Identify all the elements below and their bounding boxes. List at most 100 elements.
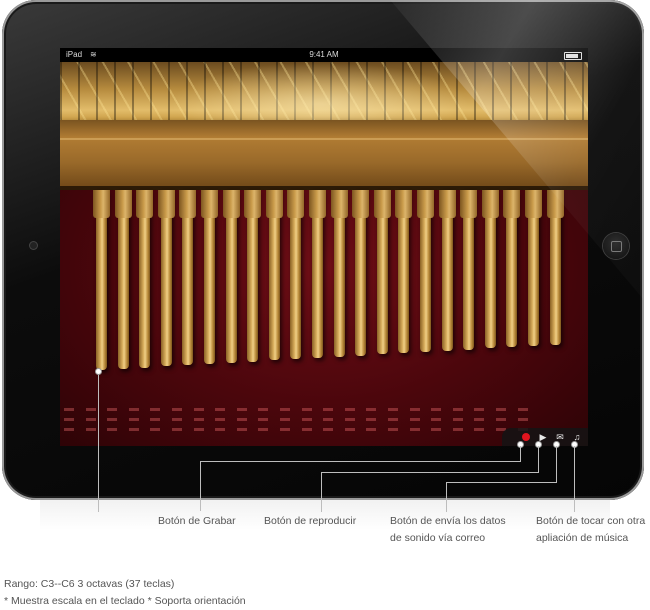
scale-mark: [496, 408, 506, 411]
scale-mark: [172, 418, 182, 421]
comb-key[interactable]: [417, 190, 434, 352]
scale-mark: [236, 428, 247, 431]
record-callout-line-down: [200, 461, 201, 511]
home-button[interactable]: [603, 233, 629, 259]
play-icon: ▶: [539, 431, 547, 442]
comb-keys: [60, 190, 588, 390]
comb-key[interactable]: [265, 190, 283, 360]
scale-mark: [215, 408, 226, 411]
comb-key[interactable]: [309, 190, 326, 358]
comb-key[interactable]: [287, 190, 305, 359]
scale-mark: [431, 428, 442, 431]
scale-mark: [85, 428, 96, 431]
comb-key[interactable]: [395, 190, 413, 353]
mail-callout-line-v: [556, 446, 557, 482]
scale-mark: [193, 418, 204, 421]
scale-mark: [344, 428, 355, 431]
scale-mark: [107, 418, 118, 421]
music-caption-line1: Botón de tocar con otra: [536, 515, 646, 527]
comb-key[interactable]: [460, 190, 478, 350]
scale-mark: [172, 408, 182, 411]
scale-mark: [150, 428, 161, 431]
play-callout-line-h: [321, 472, 539, 473]
key-callout-dot: [96, 369, 101, 374]
scale-mark: [388, 418, 398, 421]
comb-key[interactable]: [503, 190, 521, 347]
comb-key[interactable]: [438, 190, 456, 351]
comb-key[interactable]: [157, 190, 175, 366]
mail-callout-line-down: [446, 482, 447, 512]
comb-key[interactable]: [114, 190, 132, 369]
mail-caption-line2: de sonido vía correo: [390, 532, 486, 544]
status-bar: iPad ≋ 9:41 AM: [60, 48, 588, 62]
scale-mark: [517, 418, 528, 421]
scale-mark: [323, 418, 334, 421]
scale-mark: [496, 418, 506, 421]
scale-mark: [64, 418, 74, 421]
scale-mark: [150, 408, 161, 411]
comb-key[interactable]: [222, 190, 240, 363]
app-screen: iPad ≋ 9:41 AM ▶ ✉ ♫: [60, 48, 588, 446]
music-caption-line2: apliación de música: [536, 532, 629, 544]
comb-key[interactable]: [179, 190, 197, 365]
record-icon: [522, 433, 530, 441]
scale-mark: [280, 408, 290, 411]
scale-mark: [280, 418, 290, 421]
features-note: * Muestra escala en el teclado * Soporta…: [4, 595, 246, 607]
record-caption: Botón de Grabar: [158, 515, 236, 527]
scale-mark: [409, 428, 420, 431]
scale-mark: [258, 428, 269, 431]
comb-key[interactable]: [525, 190, 542, 346]
comb-key[interactable]: [481, 190, 499, 348]
scale-mark: [517, 408, 528, 411]
scale-mark: [366, 428, 377, 431]
music-callout-line-v: [574, 446, 575, 512]
music-caption: Botón de tocar con otra apliación de mús…: [536, 513, 650, 547]
scale-mark: [452, 428, 463, 431]
comb-key[interactable]: [93, 190, 110, 370]
front-camera: [30, 242, 37, 249]
play-callout-line-down: [321, 472, 322, 512]
scale-mark: [474, 408, 485, 411]
comb-key[interactable]: [136, 190, 154, 368]
comb-key[interactable]: [201, 190, 218, 364]
scale-mark: [193, 428, 204, 431]
scale-mark: [474, 418, 485, 421]
comb-key[interactable]: [352, 190, 370, 356]
scale-mark: [409, 408, 420, 411]
scale-mark: [366, 408, 377, 411]
scale-mark: [280, 428, 290, 431]
record-callout-line-v: [520, 446, 521, 461]
scale-mark: [215, 418, 226, 421]
record-callout-line-h: [200, 461, 521, 462]
scale-mark: [85, 418, 96, 421]
comb-key[interactable]: [373, 190, 391, 354]
scale-mark: [388, 408, 398, 411]
scale-mark: [452, 418, 463, 421]
scale-mark: [236, 418, 247, 421]
mail-icon: ✉: [556, 431, 564, 442]
scale-mark: [344, 418, 355, 421]
scale-mark: [128, 428, 139, 431]
comb-base-bar: [60, 120, 588, 190]
scale-mark: [85, 408, 96, 411]
battery-icon: [564, 52, 582, 60]
scale-mark: [258, 418, 269, 421]
range-note: Rango: C3--C6 3 octavas (37 teclas): [4, 578, 175, 590]
comb-key[interactable]: [546, 190, 564, 345]
scale-mark: [301, 418, 312, 421]
scale-mark: [107, 408, 118, 411]
scale-mark: [323, 428, 334, 431]
scale-mark: [431, 408, 442, 411]
comb-key[interactable]: [330, 190, 348, 357]
play-callout-line-v: [538, 446, 539, 472]
scale-mark: [64, 428, 74, 431]
scale-mark: [128, 418, 139, 421]
scale-mark: [344, 408, 355, 411]
key-callout-line: [98, 372, 99, 512]
music-note-icon: ♫: [573, 432, 581, 442]
scale-mark: [301, 408, 312, 411]
scale-mark: [215, 428, 226, 431]
comb-key[interactable]: [244, 190, 262, 362]
mail-caption-line1: Botón de envía los datos: [390, 515, 506, 527]
